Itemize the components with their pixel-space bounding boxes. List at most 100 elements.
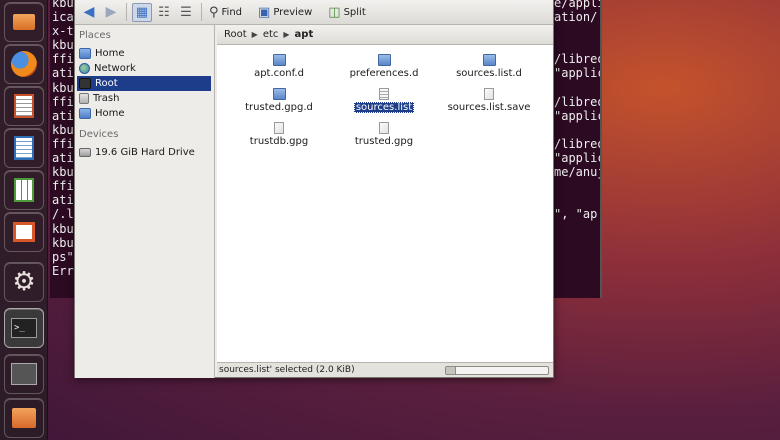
launcher-item-calc[interactable] bbox=[4, 170, 44, 210]
terminal-line: ica bbox=[52, 10, 74, 25]
launcher-item-workspaces[interactable] bbox=[4, 354, 44, 394]
preview-label: Preview bbox=[273, 6, 313, 18]
toolbar: ◀ ▶ ▦ ☷ ☰ ⚲ Find ▣ Preview ◫ Split bbox=[75, 0, 553, 25]
file-label: sources.list.d bbox=[456, 68, 522, 79]
terminal-line: x-t bbox=[52, 24, 74, 39]
find-label: Find bbox=[221, 6, 243, 18]
root-icon bbox=[79, 78, 91, 89]
launcher-item-writer[interactable] bbox=[4, 128, 44, 168]
split-label: Split bbox=[343, 6, 366, 18]
file-label: preferences.d bbox=[349, 68, 419, 79]
sidebar-item-network[interactable]: Network bbox=[77, 61, 211, 76]
icon-view-button[interactable]: ▦ bbox=[132, 2, 152, 22]
terminal-line: kbu bbox=[52, 0, 74, 10]
file-item[interactable]: trustdb.gpg bbox=[229, 122, 329, 152]
terminal-icon: >_ bbox=[11, 318, 37, 338]
file-icon bbox=[274, 122, 284, 134]
devices-heading: Devices bbox=[79, 129, 119, 140]
split-button[interactable]: ◫ Split bbox=[326, 3, 367, 22]
terminal-line: /libreo bbox=[554, 136, 602, 151]
file-icon bbox=[379, 122, 389, 134]
sidebar-item-home-2[interactable]: Home bbox=[77, 106, 211, 121]
file-manager-window: ◀ ▶ ▦ ☷ ☰ ⚲ Find ▣ Preview ◫ Split Place… bbox=[74, 0, 554, 378]
launcher-item-home-folder[interactable] bbox=[4, 398, 44, 438]
terminal-line: kbu bbox=[52, 221, 74, 236]
chevron-right-icon: ▶ bbox=[251, 30, 258, 39]
breadcrumb-etc[interactable]: etc bbox=[260, 29, 282, 40]
list-view-button[interactable]: ☰ bbox=[176, 3, 196, 22]
file-item[interactable]: preferences.d bbox=[334, 54, 434, 84]
icon-view-icon: ▦ bbox=[135, 4, 149, 20]
terminal-line: ffi bbox=[52, 179, 74, 194]
sidebar-item-label: Network bbox=[94, 63, 136, 74]
launcher-item-text-editor[interactable] bbox=[4, 86, 44, 126]
launcher-item-files[interactable] bbox=[4, 2, 44, 42]
terminal-line: /.l bbox=[52, 207, 74, 222]
terminal-line: kbu bbox=[52, 235, 74, 250]
sidebar-item-label: Home bbox=[95, 48, 125, 59]
file-item[interactable]: trusted.gpg.d bbox=[229, 88, 329, 118]
forward-button[interactable]: ▶ bbox=[101, 3, 121, 22]
terminal-line: kbu bbox=[52, 38, 74, 53]
preview-button[interactable]: ▣ Preview bbox=[256, 3, 314, 22]
back-button[interactable]: ◀ bbox=[79, 3, 99, 22]
arrow-right-icon: ▶ bbox=[105, 4, 117, 20]
toolbar-separator bbox=[201, 3, 202, 21]
file-item[interactable]: sources.list.save bbox=[439, 88, 539, 118]
folder-icon bbox=[272, 54, 286, 66]
sidebar-item-label: Root bbox=[95, 78, 118, 89]
file-item[interactable]: sources.list.d bbox=[439, 54, 539, 84]
home-folder-icon bbox=[12, 408, 36, 428]
folder-icon bbox=[13, 14, 35, 30]
settings-icon: ⚙ bbox=[12, 267, 36, 297]
home-icon bbox=[79, 48, 91, 59]
file-item[interactable]: trusted.gpg bbox=[334, 122, 434, 152]
terminal-line: me/anuj bbox=[554, 165, 602, 180]
terminal-line: ati bbox=[52, 66, 74, 81]
breadcrumb-root[interactable]: Root bbox=[221, 29, 250, 40]
launcher-item-impress[interactable] bbox=[4, 212, 44, 252]
terminal-right-column: e/appli ation//libreo "applic/libreo "appli… bbox=[554, 0, 602, 264]
terminal-line: ation/ bbox=[554, 10, 598, 25]
file-item-selected[interactable]: sources.list bbox=[334, 88, 434, 118]
sidebar-item-root[interactable]: Root bbox=[77, 76, 211, 91]
trash-icon bbox=[79, 93, 89, 104]
find-button[interactable]: ⚲ Find bbox=[207, 3, 244, 22]
horizontal-scrollbar[interactable] bbox=[445, 366, 549, 375]
preview-icon: ▣ bbox=[258, 4, 271, 20]
launcher-item-firefox[interactable] bbox=[4, 44, 44, 84]
sidebar-item-home[interactable]: Home bbox=[77, 46, 211, 61]
terminal-line: ffi bbox=[52, 52, 74, 67]
file-label: apt.conf.d bbox=[254, 68, 304, 79]
toolbar-separator bbox=[126, 3, 127, 21]
sidebar-item-label: Trash bbox=[93, 93, 120, 104]
launcher-item-terminal[interactable]: >_ bbox=[4, 308, 44, 348]
sidebar-item-trash[interactable]: Trash bbox=[77, 91, 211, 106]
places-heading: Places bbox=[79, 30, 111, 41]
terminal-line: ati bbox=[52, 108, 74, 123]
breadcrumb-apt[interactable]: apt bbox=[292, 29, 317, 40]
file-item[interactable]: apt.conf.d bbox=[229, 54, 329, 84]
impress-icon bbox=[13, 222, 35, 242]
sidebar-item-hard-drive[interactable]: 19.6 GiB Hard Drive bbox=[77, 145, 211, 160]
terminal-line: kbu bbox=[52, 80, 74, 95]
launcher-item-settings[interactable]: ⚙ bbox=[4, 262, 44, 302]
terminal-line: /libreo bbox=[554, 52, 602, 67]
terminal-line: ffi bbox=[52, 94, 74, 109]
terminal-line: ati bbox=[52, 151, 74, 166]
terminal-line: "applic bbox=[554, 151, 602, 166]
scrollbar-thumb[interactable] bbox=[446, 367, 456, 374]
terminal-line: kbu bbox=[52, 165, 74, 180]
sidebar-item-label: Home bbox=[95, 108, 125, 119]
file-label: trusted.gpg bbox=[354, 136, 414, 147]
compact-view-button[interactable]: ☷ bbox=[154, 3, 174, 22]
folder-icon bbox=[377, 54, 391, 66]
sidebar-item-label: 19.6 GiB Hard Drive bbox=[95, 147, 195, 158]
file-view[interactable]: apt.conf.d preferences.d sources.list.d … bbox=[217, 45, 553, 362]
